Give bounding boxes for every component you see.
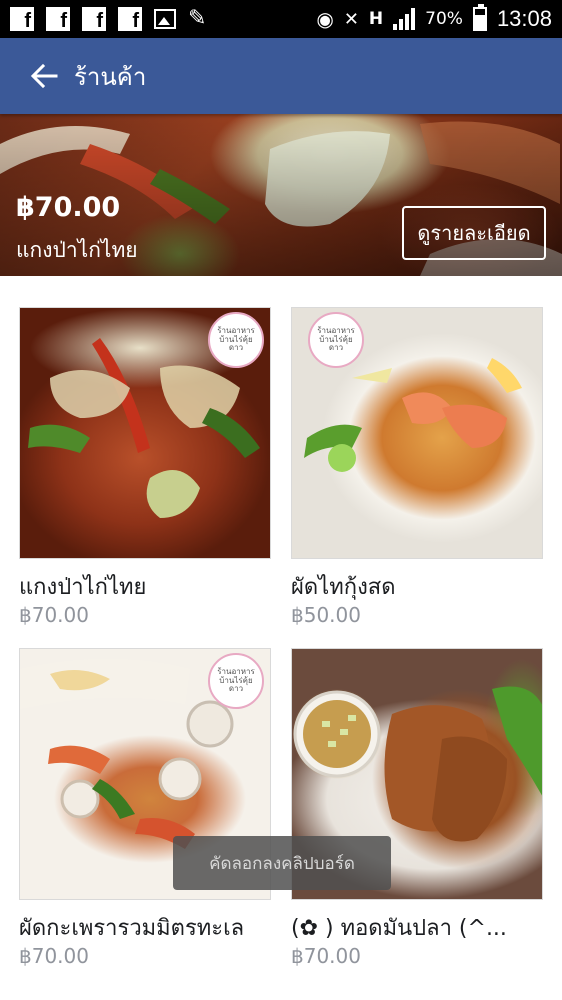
arrow-left-icon [30,63,58,89]
product-card[interactable]: ร้านอาหาร บ้านไร่คุ้ยดาว ผัดกะเพรารวมมิต… [19,648,271,968]
status-bar: f f f f ✎ ◉ ✕ H 70% 13:08 [0,0,562,38]
notification-icons: f f f f ✎ [10,7,212,31]
product-name: ผัดกะเพรารวมมิตรทะเล [19,916,245,941]
featured-product-banner[interactable]: ฿70.00 แกงป่าไก่ไทย ดูรายละเอียด [0,114,562,276]
view-details-button[interactable]: ดูรายละเอียด [402,206,546,260]
product-price: ฿70.00 [291,944,361,968]
app-bar: ร้านค้า [0,38,562,114]
product-price: ฿70.00 [19,944,89,968]
product-image[interactable]: ร้านอาหาร บ้านไร่คุ้ยดาว [19,307,271,559]
featured-name: แกงป่าไก่ไทย [16,238,138,262]
product-name: (✿ ) ทอดมันปลา (^... [291,916,507,941]
product-name: ผัดไทกุ้งสด [291,575,396,600]
product-card[interactable]: ร้านอาหาร บ้านไร่คุ้ยดาว ผัดไทกุ้งสด ฿50… [291,307,543,627]
facebook-notification-icon: f [118,7,142,31]
product-price: ฿50.00 [291,603,361,627]
facebook-notification-icon: f [82,7,106,31]
signal-icon [393,8,416,30]
product-card[interactable]: ร้านอาหาร บ้านไร่คุ้ยดาว แกงป่าไก่ไทย ฿7… [19,307,271,627]
copied-toast: คัดลอกลงคลิปบอร์ด [173,836,391,890]
back-button[interactable] [14,38,74,114]
network-type: H [368,9,384,29]
facebook-notification-icon: f [10,7,34,31]
page-title: ร้านค้า [74,62,147,91]
battery-level [474,15,485,29]
facebook-notification-icon: f [46,7,70,31]
battery-percent: 70% [425,9,463,29]
featured-price: ฿70.00 [16,192,121,223]
battery-icon [472,4,487,31]
eye-icon: ◉ [316,7,334,31]
product-price: ฿70.00 [19,603,89,627]
shop-logo: ร้านอาหาร บ้านไร่คุ้ยดาว [308,312,364,368]
clock: 13:08 [496,6,552,31]
product-image[interactable]: ร้านอาหาร บ้านไร่คุ้ยดาว [291,307,543,559]
product-name: แกงป่าไก่ไทย [19,575,147,600]
shop-logo: ร้านอาหาร บ้านไร่คุ้ยดาว [208,653,264,709]
image-notification-icon [154,9,176,29]
product-card[interactable]: (✿ ) ทอดมันปลา (^... ฿70.00 [291,648,543,968]
shop-logo: ร้านอาหาร บ้านไร่คุ้ยดาว [208,312,264,368]
system-icons: ◉ ✕ H 70% 13:08 [316,4,552,32]
mute-icon: ✕ [343,8,359,30]
pencil-icon: ✎ [188,6,207,31]
